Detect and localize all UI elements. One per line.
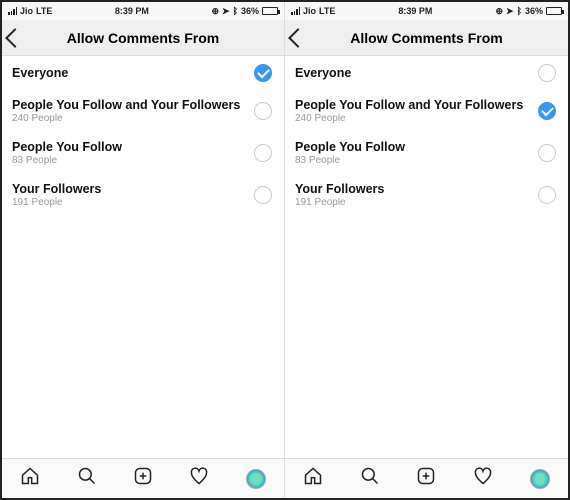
- option-row[interactable]: People You Follow and Your Followers 240…: [285, 90, 568, 132]
- option-sublabel: 83 People: [12, 155, 122, 166]
- add-post-icon[interactable]: [133, 466, 153, 491]
- status-bar: Jio LTE 8:39 PM ⊕ ➤ ᛒ 36%: [2, 2, 284, 20]
- radio-indicator[interactable]: [254, 102, 272, 120]
- options-list: Everyone People You Follow and Your Foll…: [285, 56, 568, 458]
- option-row[interactable]: Your Followers 191 People: [285, 174, 568, 216]
- tab-bar: [2, 458, 284, 498]
- profile-avatar[interactable]: [246, 469, 266, 489]
- option-label: People You Follow and Your Followers: [295, 98, 523, 112]
- option-sublabel: 83 People: [295, 155, 405, 166]
- option-label: Your Followers: [12, 182, 101, 196]
- alarm-icon: ⊕: [211, 6, 219, 17]
- alarm-icon: ⊕: [495, 6, 503, 17]
- option-row[interactable]: People You Follow 83 People: [285, 132, 568, 174]
- signal-icon: [291, 7, 300, 15]
- option-row[interactable]: People You Follow and Your Followers 240…: [2, 90, 284, 132]
- location-icon: ➤: [506, 6, 514, 17]
- clock-label: 8:39 PM: [115, 6, 149, 16]
- radio-indicator[interactable]: [254, 186, 272, 204]
- radio-indicator[interactable]: [538, 64, 556, 82]
- search-icon[interactable]: [360, 466, 380, 491]
- page-title: Allow Comments From: [2, 30, 284, 46]
- nav-header: Allow Comments From: [2, 20, 284, 56]
- option-sublabel: 191 People: [295, 197, 384, 208]
- battery-icon: [262, 7, 278, 15]
- radio-indicator[interactable]: [538, 144, 556, 162]
- home-icon[interactable]: [20, 466, 40, 491]
- battery-icon: [546, 7, 562, 15]
- profile-avatar[interactable]: [530, 469, 550, 489]
- option-label: People You Follow: [12, 140, 122, 154]
- battery-pct-label: 36%: [241, 6, 259, 16]
- home-icon[interactable]: [303, 466, 323, 491]
- network-label: LTE: [36, 6, 52, 16]
- radio-indicator[interactable]: [538, 102, 556, 120]
- option-label: Everyone: [295, 66, 351, 80]
- clock-label: 8:39 PM: [398, 6, 432, 16]
- option-label: People You Follow: [295, 140, 405, 154]
- carrier-label: Jio: [20, 6, 33, 16]
- option-row[interactable]: People You Follow 83 People: [2, 132, 284, 174]
- carrier-label: Jio: [303, 6, 316, 16]
- network-label: LTE: [319, 6, 335, 16]
- option-sublabel: 240 People: [12, 113, 240, 124]
- activity-icon[interactable]: [189, 466, 209, 491]
- nav-header: Allow Comments From: [285, 20, 568, 56]
- option-sublabel: 191 People: [12, 197, 101, 208]
- tab-bar: [285, 458, 568, 498]
- battery-pct-label: 36%: [525, 6, 543, 16]
- option-label: Your Followers: [295, 182, 384, 196]
- location-icon: ➤: [222, 6, 230, 17]
- option-row[interactable]: Everyone: [2, 56, 284, 90]
- status-bar: Jio LTE 8:39 PM ⊕ ➤ ᛒ 36%: [285, 2, 568, 20]
- activity-icon[interactable]: [473, 466, 493, 491]
- option-row[interactable]: Everyone: [285, 56, 568, 90]
- signal-icon: [8, 7, 17, 15]
- radio-indicator[interactable]: [254, 64, 272, 82]
- options-list: Everyone People You Follow and Your Foll…: [2, 56, 284, 458]
- option-label: Everyone: [12, 66, 68, 80]
- radio-indicator[interactable]: [538, 186, 556, 204]
- add-post-icon[interactable]: [416, 466, 436, 491]
- page-title: Allow Comments From: [285, 30, 568, 46]
- bluetooth-icon: ᛒ: [517, 6, 522, 16]
- bluetooth-icon: ᛒ: [233, 6, 238, 16]
- radio-indicator[interactable]: [254, 144, 272, 162]
- option-sublabel: 240 People: [295, 113, 523, 124]
- option-label: People You Follow and Your Followers: [12, 98, 240, 112]
- option-row[interactable]: Your Followers 191 People: [2, 174, 284, 216]
- search-icon[interactable]: [77, 466, 97, 491]
